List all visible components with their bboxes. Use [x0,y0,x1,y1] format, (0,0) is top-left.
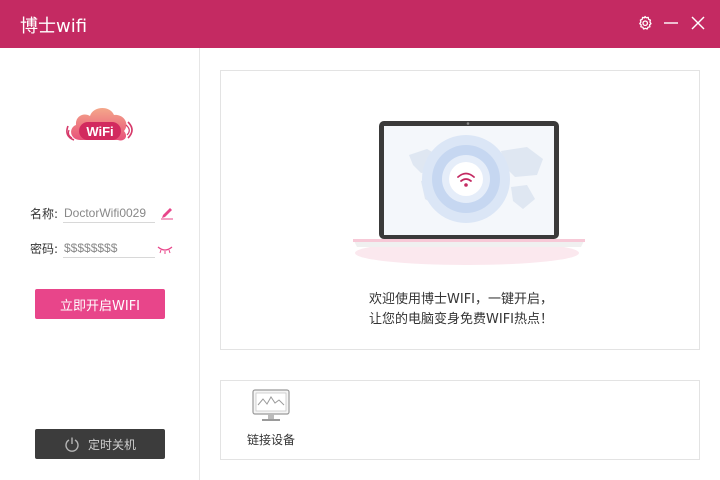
password-label: 密码: [30,242,59,256]
close-icon [691,16,705,30]
shutdown-label: 定时关机 [87,437,136,452]
wifi-logo: WiFi [66,107,133,141]
power-icon [65,437,79,452]
monitor-icon[interactable] [252,389,290,423]
app-title: 博士wifi [20,16,88,37]
sidebar: WiFi 名称: 密码: 立即开启WIFI 定时关机 [0,48,200,480]
settings-button[interactable] [634,12,656,34]
title-bar: 博士wifi [0,0,720,48]
scheduled-shutdown-button[interactable]: 定时关机 [35,429,165,459]
name-label: 名称: [30,207,59,221]
password-input[interactable] [63,238,155,258]
connected-devices-panel: 链接设备 [220,380,700,460]
welcome-text-line1: 欢迎使用博士WIFI，一键开启， [369,292,553,307]
laptop-illustration [353,121,585,265]
minimize-button[interactable] [660,12,682,34]
eye-closed-icon[interactable] [157,242,173,256]
minimize-icon [664,22,678,24]
welcome-text-line2: 让您的电脑变身免费WIFI热点！ [369,312,553,327]
pencil-icon[interactable] [159,206,175,220]
gear-icon [639,15,652,30]
welcome-panel: 欢迎使用博士WIFI，一键开启， 让您的电脑变身免费WIFI热点！ [220,70,700,350]
close-button[interactable] [687,12,709,34]
connected-devices-label: 链接设备 [247,433,296,447]
logo-text: WiFi [86,124,113,139]
start-wifi-button[interactable]: 立即开启WIFI [35,289,165,319]
ssid-input[interactable] [63,203,155,223]
